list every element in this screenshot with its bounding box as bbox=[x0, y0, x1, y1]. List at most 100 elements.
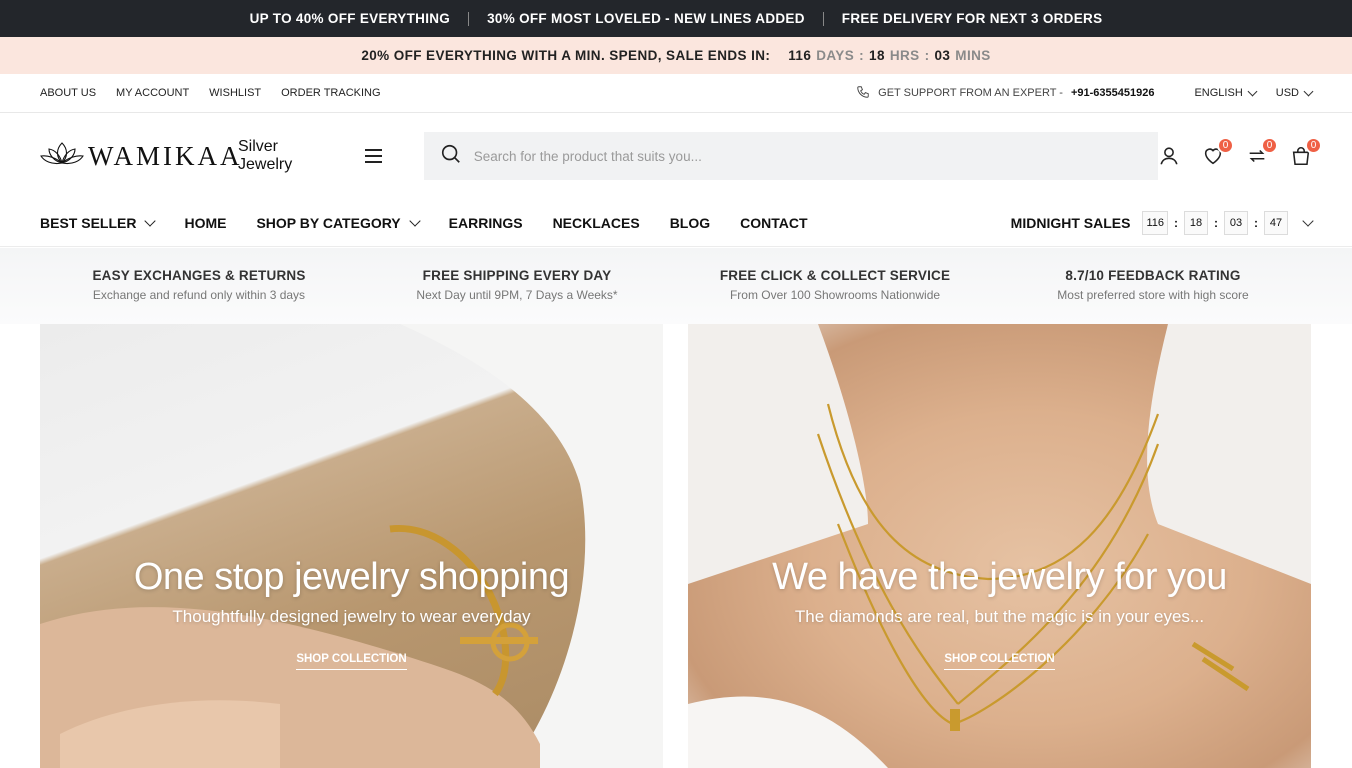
currency-value: USD bbox=[1275, 87, 1299, 99]
divider bbox=[822, 11, 824, 26]
bag-icon[interactable]: 0 bbox=[1290, 137, 1322, 167]
promo-item: 30% OFF MOST LOVELED - NEW LINES ADDED bbox=[487, 11, 805, 26]
countdown-hours: 18 bbox=[869, 48, 885, 63]
nav-shop-by-category[interactable]: SHOP BY CATEGORY bbox=[256, 214, 421, 231]
support-info: GET SUPPORT FROM AN EXPERT - +91-6355451… bbox=[856, 85, 1154, 102]
timer-days: 116 bbox=[1142, 210, 1168, 235]
countdown-hours-label: HRS bbox=[889, 48, 920, 63]
timer-hours: 18 bbox=[1184, 210, 1208, 235]
nav-label: EARRINGS bbox=[448, 214, 523, 231]
search-input[interactable] bbox=[473, 148, 1142, 164]
menu-icon[interactable] bbox=[365, 149, 382, 163]
nav-label: HOME bbox=[184, 214, 227, 231]
nav-earrings[interactable]: EARRINGS bbox=[449, 215, 523, 231]
sale-text: 20% OFF EVERYTHING WITH A MIN. SPEND, SA… bbox=[361, 48, 771, 63]
main-nav: BEST SELLER HOME SHOP BY CATEGORY EARRIN… bbox=[0, 199, 1352, 247]
chevron-down-icon bbox=[1302, 214, 1314, 227]
nav-home[interactable]: HOME bbox=[184, 215, 226, 231]
promo-bar: UP TO 40% OFF EVERYTHING 30% OFF MOST LO… bbox=[0, 0, 1352, 37]
logo-text: WAMIKAA bbox=[88, 140, 243, 171]
feature-item: FREE CLICK & COLLECT SERVICE From Over 1… bbox=[676, 248, 994, 324]
necklace-image bbox=[688, 324, 1311, 768]
nav-label: BEST SELLER bbox=[40, 214, 137, 231]
user-icon[interactable] bbox=[1158, 145, 1180, 167]
feature-item: FREE SHIPPING EVERY DAY Next Day until 9… bbox=[358, 248, 676, 324]
divider bbox=[468, 11, 470, 26]
countdown-days: 116 bbox=[788, 48, 812, 63]
language-select[interactable]: ENGLISH bbox=[1194, 86, 1258, 99]
banner-title: One stop jewelry shopping bbox=[133, 556, 570, 598]
wishlist-count-badge: 0 bbox=[1217, 137, 1234, 154]
sale-countdown: 116 DAYS : 18 HRS : 03 MINS bbox=[788, 48, 990, 63]
search-icon[interactable] bbox=[440, 143, 462, 170]
hero-banner-necklace[interactable]: We have the jewelry for you The diamonds… bbox=[688, 324, 1311, 768]
promo-item: UP TO 40% OFF EVERYTHING bbox=[249, 11, 451, 26]
countdown-minutes: 03 bbox=[934, 48, 951, 63]
utility-links: ABOUT US MY ACCOUNT WISHLIST ORDER TRACK… bbox=[40, 87, 381, 99]
compare-icon[interactable]: 0 bbox=[1246, 137, 1278, 167]
shop-collection-button[interactable]: SHOP COLLECTION bbox=[296, 653, 407, 670]
logo[interactable]: WAMIKAA bbox=[40, 141, 239, 172]
shop-collection-button[interactable]: SHOP COLLECTION bbox=[944, 653, 1055, 670]
feature-subtitle: Exchange and refund only within 3 days bbox=[92, 288, 306, 302]
banner-subtitle: Thoughtfully designed jewelry to wear ev… bbox=[172, 607, 531, 626]
main-header: WAMIKAA Silver Jewelry 0 0 0 bbox=[0, 113, 1352, 199]
cart-count-badge: 0 bbox=[1305, 137, 1322, 154]
nav-contact[interactable]: CONTACT bbox=[740, 215, 807, 231]
feature-title: FREE CLICK & COLLECT SERVICE bbox=[719, 268, 951, 283]
banner-subtitle: The diamonds are real, but the magic is … bbox=[794, 607, 1205, 626]
utility-right: GET SUPPORT FROM AN EXPERT - +91-6355451… bbox=[856, 85, 1314, 102]
wishlist-link[interactable]: WISHLIST bbox=[209, 87, 261, 99]
features-strip: EASY EXCHANGES & RETURNS Exchange and re… bbox=[0, 248, 1352, 324]
nav-label: CONTACT bbox=[740, 214, 808, 231]
banner-content: One stop jewelry shopping Thoughtfully d… bbox=[40, 556, 663, 670]
nav-blog[interactable]: BLOG bbox=[670, 215, 710, 231]
lotus-logo-icon bbox=[40, 141, 84, 172]
chevron-down-icon bbox=[408, 214, 421, 227]
support-text: GET SUPPORT FROM AN EXPERT - bbox=[878, 87, 1063, 99]
nav-necklaces[interactable]: NECKLACES bbox=[553, 215, 640, 231]
chevron-down-icon bbox=[1247, 86, 1258, 96]
my-account-link[interactable]: MY ACCOUNT bbox=[116, 87, 189, 99]
chevron-down-icon bbox=[1303, 86, 1314, 96]
feature-item: 8.7/10 FEEDBACK RATING Most preferred st… bbox=[994, 248, 1312, 324]
nav-label: SHOP BY CATEGORY bbox=[256, 214, 401, 231]
countdown-days-label: DAYS bbox=[816, 48, 855, 63]
countdown-minutes-label: MINS bbox=[955, 48, 991, 63]
phone-icon bbox=[856, 85, 870, 102]
header-icons: 0 0 0 bbox=[1158, 137, 1322, 167]
language-value: ENGLISH bbox=[1194, 87, 1243, 99]
feature-title: FREE SHIPPING EVERY DAY bbox=[422, 268, 612, 283]
feature-title: 8.7/10 FEEDBACK RATING bbox=[1065, 268, 1241, 283]
midnight-sales-label: MIDNIGHT SALES bbox=[1010, 214, 1131, 231]
feature-subtitle: From Over 100 Showrooms Nationwide bbox=[729, 288, 941, 302]
feature-subtitle: Most preferred store with high score bbox=[1057, 288, 1249, 302]
utility-bar: ABOUT US MY ACCOUNT WISHLIST ORDER TRACK… bbox=[0, 74, 1352, 113]
nav-best-seller[interactable]: BEST SELLER bbox=[40, 214, 157, 231]
nav-label: NECKLACES bbox=[552, 214, 640, 231]
heart-icon[interactable]: 0 bbox=[1202, 137, 1234, 167]
timer-separator: : bbox=[1214, 215, 1218, 230]
support-phone[interactable]: +91-6355451926 bbox=[1071, 87, 1155, 99]
feature-item: EASY EXCHANGES & RETURNS Exchange and re… bbox=[40, 248, 358, 324]
countdown-separator: : bbox=[859, 48, 865, 63]
order-tracking-link[interactable]: ORDER TRACKING bbox=[281, 87, 380, 99]
bracelet-image bbox=[40, 324, 663, 768]
search-bar bbox=[423, 132, 1158, 180]
timer-separator: : bbox=[1254, 215, 1258, 230]
midnight-sales[interactable]: MIDNIGHT SALES 116 : 18 : 03 : 47 bbox=[1010, 210, 1314, 235]
banner-content: We have the jewelry for you The diamonds… bbox=[688, 556, 1311, 670]
currency-select[interactable]: USD bbox=[1275, 86, 1314, 99]
banner-title: We have the jewelry for you bbox=[772, 556, 1227, 598]
hero-banner-bracelet[interactable]: One stop jewelry shopping Thoughtfully d… bbox=[40, 324, 663, 768]
feature-title: EASY EXCHANGES & RETURNS bbox=[92, 268, 306, 283]
timer-seconds: 47 bbox=[1264, 210, 1288, 235]
logo-subtitle: Silver Jewelry bbox=[238, 138, 293, 173]
timer-separator: : bbox=[1174, 215, 1178, 230]
about-us-link[interactable]: ABOUT US bbox=[40, 87, 96, 99]
countdown-separator: : bbox=[924, 48, 930, 63]
feature-subtitle: Next Day until 9PM, 7 Days a Weeks* bbox=[416, 288, 618, 302]
promo-item: FREE DELIVERY FOR NEXT 3 ORDERS bbox=[841, 11, 1103, 26]
sale-countdown-bar: 20% OFF EVERYTHING WITH A MIN. SPEND, SA… bbox=[0, 37, 1352, 74]
chevron-down-icon bbox=[144, 214, 157, 227]
